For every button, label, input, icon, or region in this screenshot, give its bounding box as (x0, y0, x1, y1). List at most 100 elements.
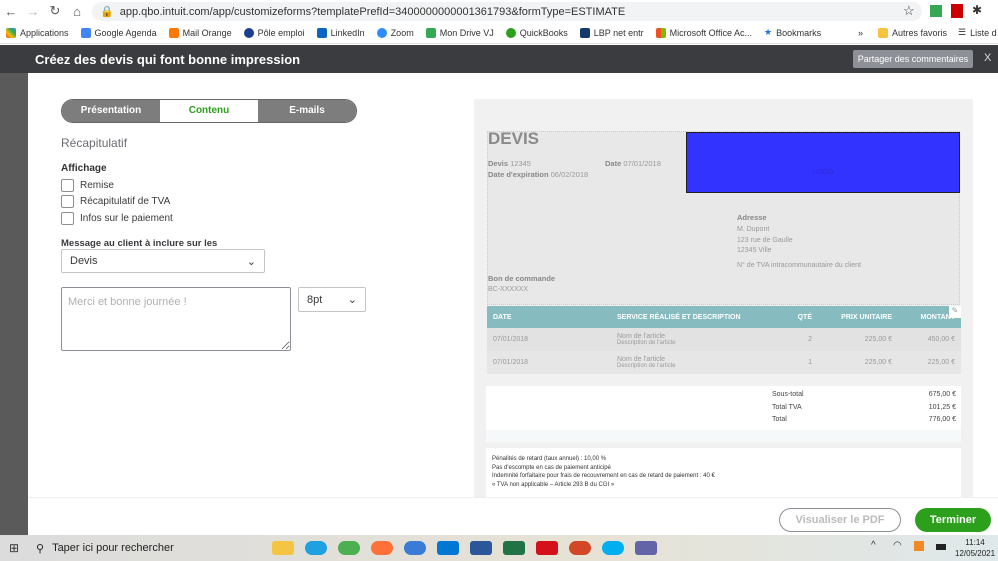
bookmark-linkedin[interactable]: LinkedIn (316, 27, 365, 38)
extensions-icon[interactable]: ✱ (972, 3, 982, 17)
powerpoint-icon[interactable] (569, 541, 591, 555)
finish-button[interactable]: Terminer (915, 508, 991, 532)
bookmark-mon-drive[interactable]: Mon Drive VJ (425, 27, 494, 38)
home-icon[interactable]: ⌂ (66, 4, 88, 19)
bookmark-label: Applications (20, 27, 69, 38)
logo-placeholder[interactable]: LOGO (686, 132, 960, 193)
checkbox-payment-info[interactable]: Infos sur le paiement (61, 210, 173, 226)
tray-app-icon[interactable] (914, 541, 924, 551)
item-name: Nom de l'article (617, 333, 666, 340)
bookmark-mail-orange[interactable]: Mail Orange (168, 27, 232, 38)
cell-description: Nom de l'article Description de l'article (617, 328, 777, 351)
reading-list[interactable]: ☰ Liste d (958, 27, 997, 38)
address-bar[interactable]: 🔒 app.qbo.intuit.com/app/customizeforms?t… (92, 2, 922, 21)
skype-icon[interactable] (602, 541, 624, 555)
outlook-icon[interactable] (437, 541, 459, 555)
note-line: « TVA non applicable – Article 293 B du … (492, 481, 615, 488)
bookmark-label: Microsoft Office Ac... (669, 27, 752, 38)
bookmark-quickbooks[interactable]: QuickBooks (505, 27, 568, 38)
file-explorer-icon[interactable] (272, 541, 294, 555)
windows-start-icon[interactable]: ⊞ (0, 541, 28, 555)
message-textarea[interactable] (61, 287, 291, 351)
client-vat: N° de TVA intracommunautaire du client (737, 261, 861, 269)
quickbooks-icon (505, 27, 516, 38)
bookmark-other-favorites[interactable]: Autres favoris (878, 27, 947, 38)
bookmark-bookmarks[interactable]: ★ Bookmarks (764, 27, 821, 38)
column-header: SERVICE RÉALISÉ ET DESCRIPTION (617, 313, 741, 321)
display-options: Remise Récapitulatif de TVA Infos sur le… (61, 177, 173, 226)
firefox-icon[interactable] (371, 541, 393, 555)
side-strip (0, 73, 28, 535)
word-icon[interactable] (470, 541, 492, 555)
app-header: Créez des devis qui font bonne impressio… (0, 45, 998, 73)
tab-contenu[interactable]: Contenu (160, 100, 258, 122)
edge-icon[interactable] (305, 541, 327, 555)
cell-price: 225,00 € (864, 336, 892, 343)
wifi-icon[interactable]: ◠ (893, 540, 902, 551)
chevron-up-icon[interactable]: ^ (871, 540, 876, 551)
font-size-select[interactable]: 8pt ⌄ (298, 287, 366, 312)
edit-pencil-icon[interactable]: ✎ (949, 306, 961, 318)
bookmark-label: Liste d (970, 27, 997, 38)
pdf-extension-icon[interactable] (951, 4, 963, 18)
section-title: Récapitulatif (61, 136, 128, 150)
address-line: M. Dupont (737, 226, 770, 233)
battery-icon[interactable] (936, 544, 946, 550)
chrome-icon[interactable] (338, 541, 360, 555)
field-value: 07/01/2018 (623, 159, 661, 168)
checkbox-label: Infos sur le paiement (80, 212, 173, 224)
app-icon[interactable] (404, 541, 426, 555)
item-desc: Description de l'article (617, 340, 676, 346)
bookmark-lbp[interactable]: LBP net entr (579, 27, 644, 38)
totals: Sous-total 675,00 € Total TVA 101,25 € Tot… (772, 389, 956, 427)
message-form-select[interactable]: Devis ⌄ (61, 249, 265, 273)
date: 12/05/2021 (955, 549, 996, 558)
close-icon[interactable]: X (984, 52, 991, 64)
bookmark-pole-emploi[interactable]: Pôle emploi (243, 27, 305, 38)
share-feedback-button[interactable]: Partager des commentaires (853, 50, 973, 68)
bookmark-google-agenda[interactable]: Google Agenda (80, 27, 157, 38)
legal-notes: Pénalités de retard (taux annuel) : 10,0… (486, 448, 961, 497)
select-value: Devis (70, 255, 98, 267)
taskbar-search[interactable]: ⚲ Taper ici pour rechercher (28, 535, 260, 561)
item-desc: Description de l'article (617, 363, 676, 369)
url-text: app.qbo.intuit.com/app/customizeforms?te… (119, 5, 626, 18)
excel-icon[interactable] (503, 541, 525, 555)
preview-pdf-button[interactable]: Visualiser le PDF (779, 508, 901, 532)
clock[interactable]: 11:14 12/05/2021 (955, 537, 995, 559)
chevron-down-icon: ⌄ (246, 255, 256, 268)
checkbox-remise[interactable]: Remise (61, 177, 173, 193)
bookmark-applications[interactable]: Applications (6, 27, 69, 38)
star-icon[interactable]: ☆ (903, 3, 915, 19)
tab-presentation[interactable]: Présentation (62, 100, 160, 122)
address-line: 12345 Ville (737, 247, 772, 254)
total-row: Total TVA 101,25 € (772, 402, 956, 415)
estimate-preview: DEVIS Devis 12345 Date 07/01/2018 Date d… (474, 99, 973, 497)
checkbox-vat-summary[interactable]: Récapitulatif de TVA (61, 194, 173, 210)
spacer (486, 430, 961, 442)
column-header: PRIX UNITAIRE (841, 313, 892, 321)
cell-date: 07/01/2018 (493, 359, 529, 366)
checkbox[interactable] (61, 195, 74, 209)
field-label: Date d'expiration (488, 170, 549, 179)
bookmark-label: LinkedIn (330, 27, 365, 38)
folder-icon (878, 27, 888, 38)
field-value: 06/02/2018 (550, 170, 589, 179)
field-label: Date (605, 159, 622, 168)
field-value: 12345 (510, 159, 531, 168)
checkbox[interactable] (61, 178, 74, 192)
bookmarks-overflow[interactable]: » (858, 28, 863, 38)
back-icon[interactable]: ← (0, 4, 22, 19)
browser-toolbar: ← → ↻ ⌂ 🔒 app.qbo.intuit.com/app/customiz… (0, 0, 998, 22)
bookmark-microsoft-office[interactable]: Microsoft Office Ac... (655, 27, 752, 38)
linkedin-icon (316, 27, 327, 38)
teams-icon[interactable] (635, 541, 657, 555)
tab-emails[interactable]: E-mails (258, 100, 356, 122)
forward-icon[interactable]: → (22, 4, 44, 19)
checkbox[interactable] (61, 211, 74, 225)
acrobat-icon[interactable] (536, 541, 558, 555)
drive-extension-icon[interactable] (930, 5, 942, 17)
total-label: Total TVA (772, 403, 802, 411)
reload-icon[interactable]: ↻ (44, 3, 66, 19)
bookmark-zoom[interactable]: Zoom (376, 27, 414, 38)
